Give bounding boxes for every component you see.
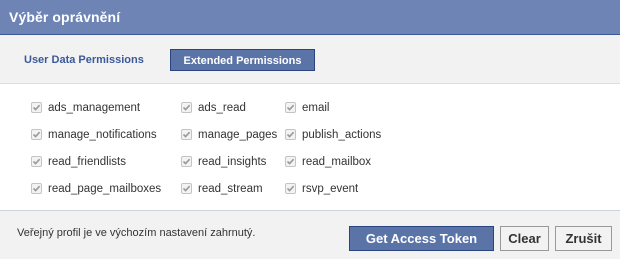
check-icon bbox=[286, 104, 295, 111]
checkbox[interactable] bbox=[31, 156, 42, 167]
checkbox[interactable] bbox=[285, 183, 296, 194]
permission-label: read_page_mailboxes bbox=[48, 183, 162, 195]
checkbox[interactable] bbox=[31, 183, 42, 194]
permission-label: read_stream bbox=[198, 183, 263, 195]
check-icon bbox=[182, 158, 191, 165]
check-icon bbox=[32, 185, 41, 192]
tab-extended-permissions[interactable]: Extended Permissions bbox=[170, 49, 315, 71]
permission-label: read_friendlists bbox=[48, 156, 126, 168]
permission-tabs: User Data Permissions Extended Permissio… bbox=[0, 35, 620, 84]
permission-label: manage_pages bbox=[198, 129, 278, 141]
cancel-button[interactable]: Zrušit bbox=[555, 226, 612, 251]
check-icon bbox=[182, 104, 191, 111]
check-icon bbox=[286, 131, 295, 138]
permission-label: manage_notifications bbox=[48, 129, 157, 141]
check-icon bbox=[286, 158, 295, 165]
checkbox[interactable] bbox=[181, 129, 192, 140]
check-icon bbox=[286, 185, 295, 192]
check-icon bbox=[32, 104, 41, 111]
get-access-token-button[interactable]: Get Access Token bbox=[349, 226, 494, 251]
permission-label: rsvp_event bbox=[302, 183, 359, 195]
dialog-footer: Veřejný profil je ve výchozím nastavení … bbox=[0, 210, 620, 259]
checkbox[interactable] bbox=[31, 129, 42, 140]
permission-label: ads_read bbox=[198, 102, 246, 114]
permission-label: read_insights bbox=[198, 156, 267, 168]
checkbox[interactable] bbox=[31, 102, 42, 113]
check-icon bbox=[32, 131, 41, 138]
checkbox[interactable] bbox=[181, 156, 192, 167]
checkbox[interactable] bbox=[285, 156, 296, 167]
tab-user-data-permissions[interactable]: User Data Permissions bbox=[24, 49, 144, 71]
public-profile-note: Veřejný profil je ve výchozím nastavení … bbox=[17, 227, 256, 239]
permission-label: ads_management bbox=[48, 102, 141, 114]
clear-button[interactable]: Clear bbox=[500, 226, 549, 251]
dialog-title: Výběr oprávnění bbox=[0, 0, 620, 35]
permission-label: publish_actions bbox=[302, 129, 382, 141]
permission-list: ads_management ads_read email manage_not… bbox=[0, 84, 620, 210]
permission-label: email bbox=[302, 102, 330, 114]
check-icon bbox=[32, 158, 41, 165]
checkbox[interactable] bbox=[285, 129, 296, 140]
checkbox[interactable] bbox=[181, 183, 192, 194]
permission-label: read_mailbox bbox=[302, 156, 372, 168]
checkbox[interactable] bbox=[285, 102, 296, 113]
check-icon bbox=[182, 131, 191, 138]
checkbox[interactable] bbox=[181, 102, 192, 113]
check-icon bbox=[182, 185, 191, 192]
permissions-dialog: Výběr oprávnění User Data Permissions Ex… bbox=[0, 0, 620, 259]
